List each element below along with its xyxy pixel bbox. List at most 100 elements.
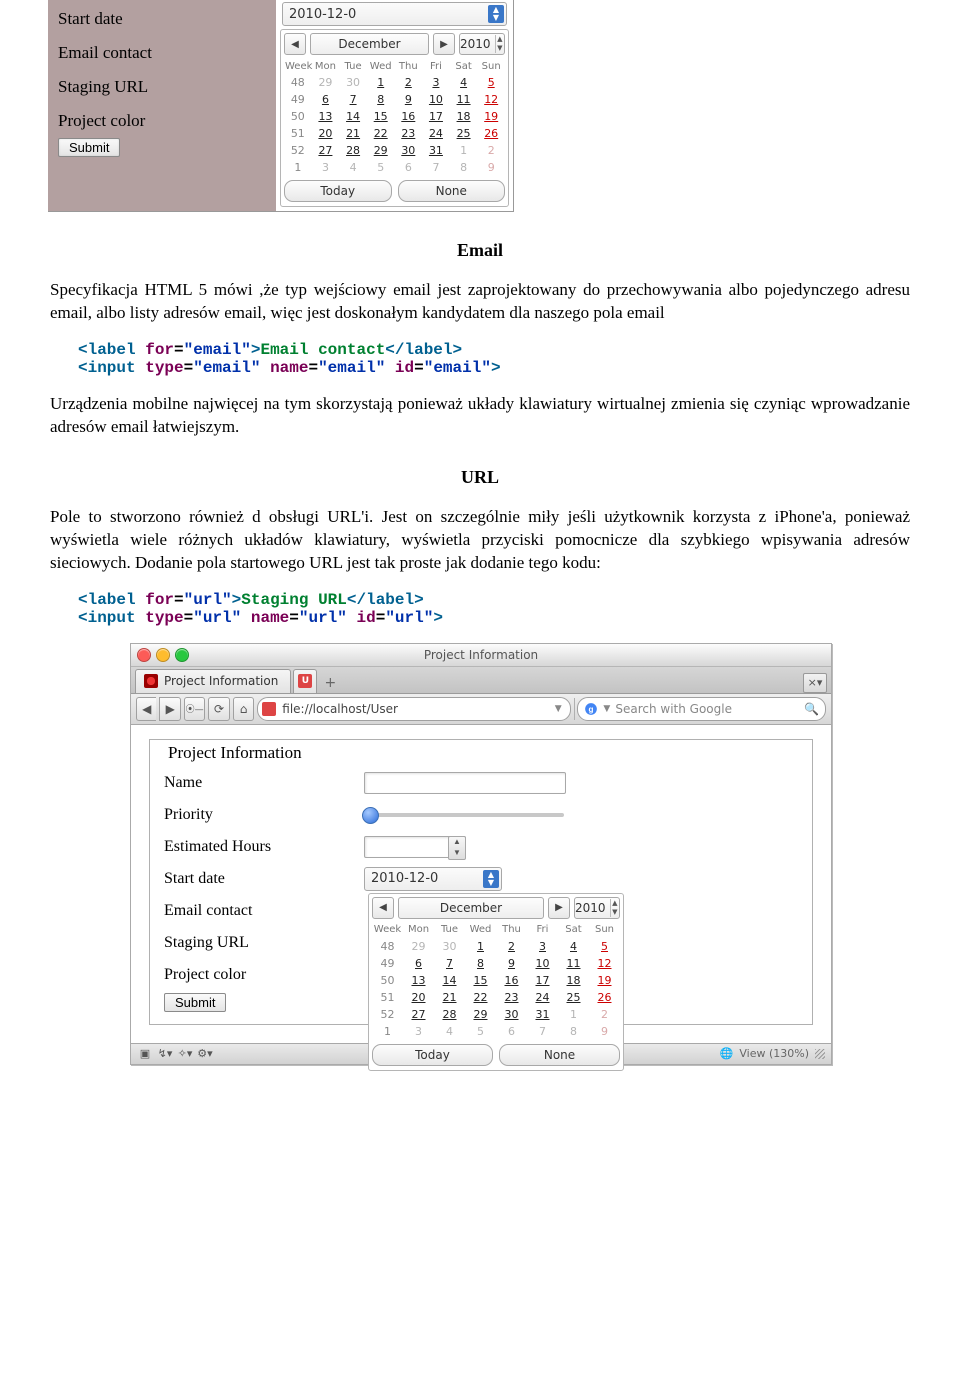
cal-today-button[interactable]: Today	[372, 1044, 493, 1066]
cal-day-cell[interactable]: 16	[496, 972, 527, 989]
home-button[interactable]: ⌂	[233, 697, 254, 721]
cal-day-cell[interactable]: 5	[589, 938, 620, 955]
date-stepper-icon-2[interactable]: ▲▼	[483, 870, 499, 888]
cal-day-cell[interactable]: 29	[403, 938, 434, 955]
slider-thumb[interactable]	[362, 807, 379, 824]
tab-speed-dial[interactable]: U	[293, 669, 317, 693]
rewind-button[interactable]: ⦿—	[184, 697, 205, 721]
cal-day-cell[interactable]: 6	[312, 91, 340, 108]
cal-day-cell[interactable]: 13	[403, 972, 434, 989]
cal-day-cell[interactable]: 30	[339, 74, 367, 91]
cal-day-cell[interactable]: 11	[450, 91, 478, 108]
cal-day-cell[interactable]: 30	[496, 1006, 527, 1023]
cal-day-cell[interactable]: 12	[477, 91, 505, 108]
resize-grip-icon[interactable]	[815, 1049, 825, 1059]
panel-icon[interactable]: ▣	[137, 1047, 153, 1061]
url-bar[interactable]: file://localhost/User ▼	[257, 697, 570, 721]
cal-day-cell[interactable]: 1	[367, 74, 395, 91]
cal-day-cell[interactable]: 12	[589, 955, 620, 972]
cal-day-cell[interactable]: 2	[477, 142, 505, 159]
cal-day-cell[interactable]: 6	[496, 1023, 527, 1040]
cal-day-cell[interactable]: 18	[558, 972, 589, 989]
cal-day-cell[interactable]: 20	[403, 989, 434, 1006]
cal-day-cell[interactable]: 23	[496, 989, 527, 1006]
estimated-hours-input[interactable]: ▲▼	[364, 836, 466, 858]
cal-day-cell[interactable]: 4	[450, 74, 478, 91]
date-stepper-icon[interactable]: ▲▼	[488, 5, 504, 23]
cal-day-cell[interactable]: 2	[589, 1006, 620, 1023]
cal-day-cell[interactable]: 25	[558, 989, 589, 1006]
cal-day-cell[interactable]: 1	[465, 938, 496, 955]
cal-next-button[interactable]: ▶	[548, 897, 570, 919]
cal-day-cell[interactable]: 6	[403, 955, 434, 972]
cal-day-cell[interactable]: 14	[339, 108, 367, 125]
cal-day-cell[interactable]: 24	[422, 125, 450, 142]
cal-day-cell[interactable]: 4	[339, 159, 367, 176]
cal-day-cell[interactable]: 29	[367, 142, 395, 159]
cal-none-button[interactable]: None	[398, 180, 506, 202]
sync-icon[interactable]: ↯▾	[157, 1047, 173, 1061]
cal-day-cell[interactable]: 28	[339, 142, 367, 159]
cal-day-cell[interactable]: 29	[465, 1006, 496, 1023]
cal-day-cell[interactable]: 28	[434, 1006, 465, 1023]
cal-year-input[interactable]: 2010▲▼	[459, 33, 505, 55]
cal-day-cell[interactable]: 8	[465, 955, 496, 972]
cal-day-cell[interactable]: 13	[312, 108, 340, 125]
cal-day-cell[interactable]: 3	[527, 938, 558, 955]
cal-day-cell[interactable]: 5	[477, 74, 505, 91]
cal-day-cell[interactable]: 5	[465, 1023, 496, 1040]
submit-button-2[interactable]: Submit	[164, 993, 226, 1012]
url-dropdown-icon[interactable]: ▼	[555, 704, 562, 714]
cal-day-cell[interactable]: 9	[477, 159, 505, 176]
cal-day-cell[interactable]: 5	[367, 159, 395, 176]
cal-day-cell[interactable]: 8	[367, 91, 395, 108]
cal-month-label[interactable]: December	[310, 33, 429, 55]
cal-next-button[interactable]: ▶	[433, 33, 455, 55]
tab-project-information[interactable]: Project Information	[135, 669, 291, 693]
cal-day-cell[interactable]: 9	[395, 91, 423, 108]
cal-day-cell[interactable]: 21	[434, 989, 465, 1006]
start-date-input[interactable]: 2010-12-0 ▲▼	[282, 2, 507, 26]
cal-day-cell[interactable]: 31	[422, 142, 450, 159]
trash-tabs-button[interactable]: ×▾	[803, 673, 827, 693]
cal-day-cell[interactable]: 6	[395, 159, 423, 176]
cal-day-cell[interactable]: 8	[558, 1023, 589, 1040]
reload-button[interactable]: ⟳	[208, 697, 229, 721]
start-date-input-2[interactable]: 2010-12-0 ▲▼	[364, 867, 502, 891]
cal-day-cell[interactable]: 14	[434, 972, 465, 989]
zoom-icon[interactable]: 🌐	[720, 1047, 734, 1060]
forward-button[interactable]: ▶	[159, 697, 180, 721]
cal-day-cell[interactable]: 30	[395, 142, 423, 159]
cal-day-cell[interactable]: 23	[395, 125, 423, 142]
cal-day-cell[interactable]: 1	[450, 142, 478, 159]
cal-day-cell[interactable]: 19	[589, 972, 620, 989]
cal-day-cell[interactable]: 1	[558, 1006, 589, 1023]
cal-prev-button[interactable]: ◀	[372, 897, 394, 919]
cal-year-input[interactable]: 2010▲▼	[574, 897, 620, 919]
cal-none-button[interactable]: None	[499, 1044, 620, 1066]
cal-today-button[interactable]: Today	[284, 180, 392, 202]
cal-day-cell[interactable]: 15	[367, 108, 395, 125]
cal-day-cell[interactable]: 27	[312, 142, 340, 159]
back-button[interactable]: ◀	[136, 697, 156, 721]
cal-day-cell[interactable]: 4	[558, 938, 589, 955]
cal-day-cell[interactable]: 29	[312, 74, 340, 91]
cal-day-cell[interactable]: 18	[450, 108, 478, 125]
new-tab-button[interactable]: +	[319, 673, 341, 693]
cal-day-cell[interactable]: 17	[422, 108, 450, 125]
cal-day-cell[interactable]: 22	[367, 125, 395, 142]
cal-day-cell[interactable]: 11	[558, 955, 589, 972]
cal-day-cell[interactable]: 27	[403, 1006, 434, 1023]
cal-day-cell[interactable]: 24	[527, 989, 558, 1006]
cal-day-cell[interactable]: 4	[434, 1023, 465, 1040]
cal-day-cell[interactable]: 25	[450, 125, 478, 142]
cal-day-cell[interactable]: 3	[422, 74, 450, 91]
cal-day-cell[interactable]: 21	[339, 125, 367, 142]
cal-day-cell[interactable]: 17	[527, 972, 558, 989]
cal-day-cell[interactable]: 31	[527, 1006, 558, 1023]
cal-day-cell[interactable]: 15	[465, 972, 496, 989]
number-spinner-icon[interactable]: ▲▼	[448, 836, 466, 860]
cal-day-cell[interactable]: 16	[395, 108, 423, 125]
cal-day-cell[interactable]: 7	[422, 159, 450, 176]
cal-day-cell[interactable]: 8	[450, 159, 478, 176]
